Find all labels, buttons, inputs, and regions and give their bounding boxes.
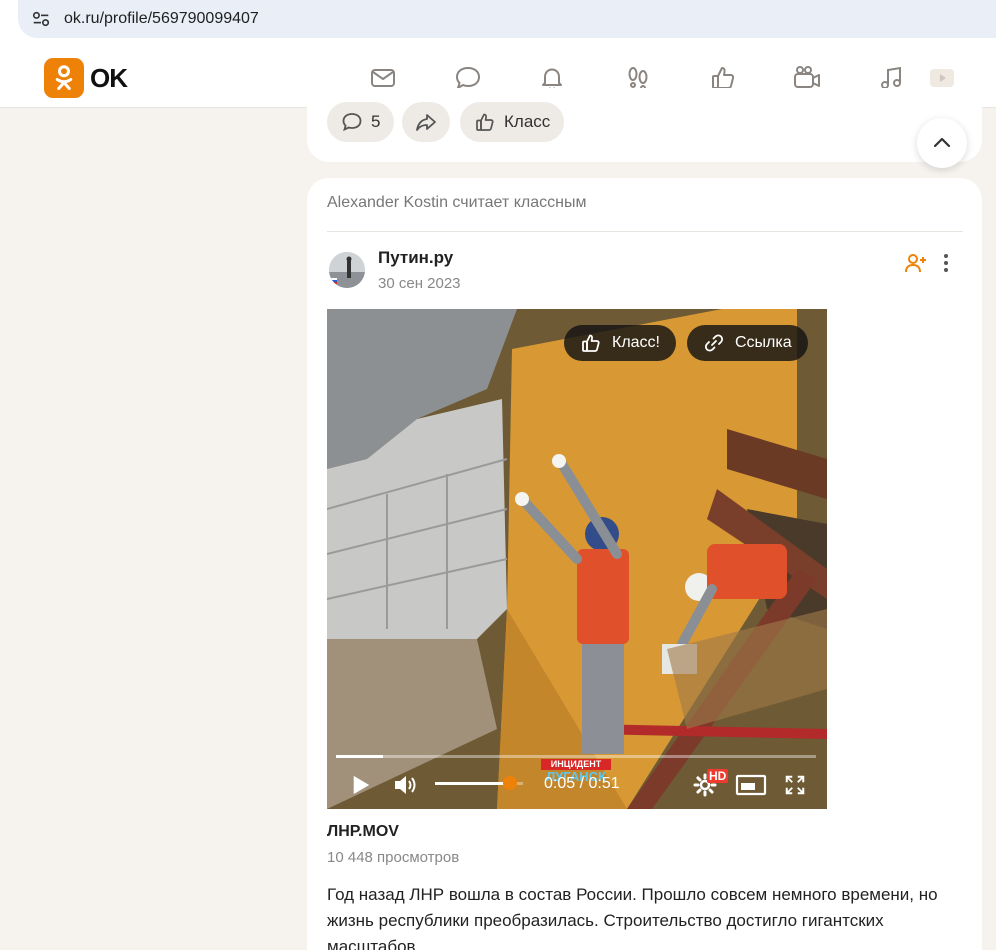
volume-knob[interactable] (502, 776, 517, 790)
mini-player-button[interactable] (735, 770, 767, 800)
fullscreen-button[interactable] (784, 770, 806, 800)
url-text[interactable]: ok.ru/profile/569790099407 (64, 10, 259, 28)
video-class-label: Класс! (612, 334, 660, 351)
post-card: Alexander Kostin считает классным Путин.… (307, 178, 982, 950)
post-text: Год назад ЛНР вошла в состав России. Про… (327, 885, 938, 950)
ok-logo-icon (44, 58, 84, 98)
logo-text: OK (90, 62, 128, 93)
liked-by-text: Alexander Kostin считает классным (327, 194, 587, 211)
volume-fill (435, 782, 510, 785)
share-button[interactable] (402, 102, 450, 142)
hd-badge: HD (707, 769, 729, 783)
video-frame (327, 309, 827, 809)
video-progress-fill (336, 755, 384, 758)
comment-icon (341, 111, 363, 133)
share-icon (415, 111, 437, 133)
previous-post-card: 5 Класс (307, 88, 982, 162)
mute-button[interactable] (393, 770, 419, 800)
scroll-top-button[interactable] (917, 118, 967, 168)
video-class-button[interactable]: Класс! (564, 325, 676, 361)
thumb-up-icon (580, 332, 612, 354)
play-icon (351, 773, 371, 797)
ok-logo[interactable]: OK (44, 58, 128, 98)
volume-icon (393, 773, 419, 797)
comments-count: 5 (371, 112, 381, 131)
address-bar[interactable]: ok.ru/profile/569790099407 (18, 0, 996, 38)
video-title[interactable]: ЛНР.MOV (327, 823, 399, 841)
view-count: 10 448 просмотров (327, 849, 460, 866)
author-avatar[interactable] (329, 252, 365, 288)
video-progress-bar[interactable] (336, 755, 816, 758)
more-options-icon[interactable] (939, 251, 953, 275)
site-settings-icon[interactable] (30, 8, 52, 30)
video-player[interactable]: Класс! Ссылка ИНЦИДЕНТ ЛУГАНСК 0:05 / 0:… (327, 309, 827, 809)
browser-bar: ok.ru/profile/569790099407 (0, 0, 996, 48)
fullscreen-icon (784, 774, 806, 796)
link-icon (703, 332, 735, 354)
video-time: 0:05 / 0:51 (544, 775, 620, 792)
thumb-up-icon (474, 111, 496, 133)
video-link-button[interactable]: Ссылка (687, 325, 808, 361)
mini-player-icon (735, 774, 767, 796)
comments-button[interactable]: 5 (327, 102, 395, 142)
add-friend-icon[interactable] (904, 251, 928, 275)
author-name[interactable]: Путин.ру (378, 248, 453, 268)
video-link-label: Ссылка (735, 334, 792, 351)
class-like-label: Класс (504, 112, 551, 131)
play-button[interactable] (351, 770, 371, 800)
class-like-button[interactable]: Класс (460, 102, 565, 142)
chevron-up-icon (932, 133, 952, 153)
post-date[interactable]: 30 сен 2023 (378, 275, 461, 292)
divider (327, 231, 963, 232)
